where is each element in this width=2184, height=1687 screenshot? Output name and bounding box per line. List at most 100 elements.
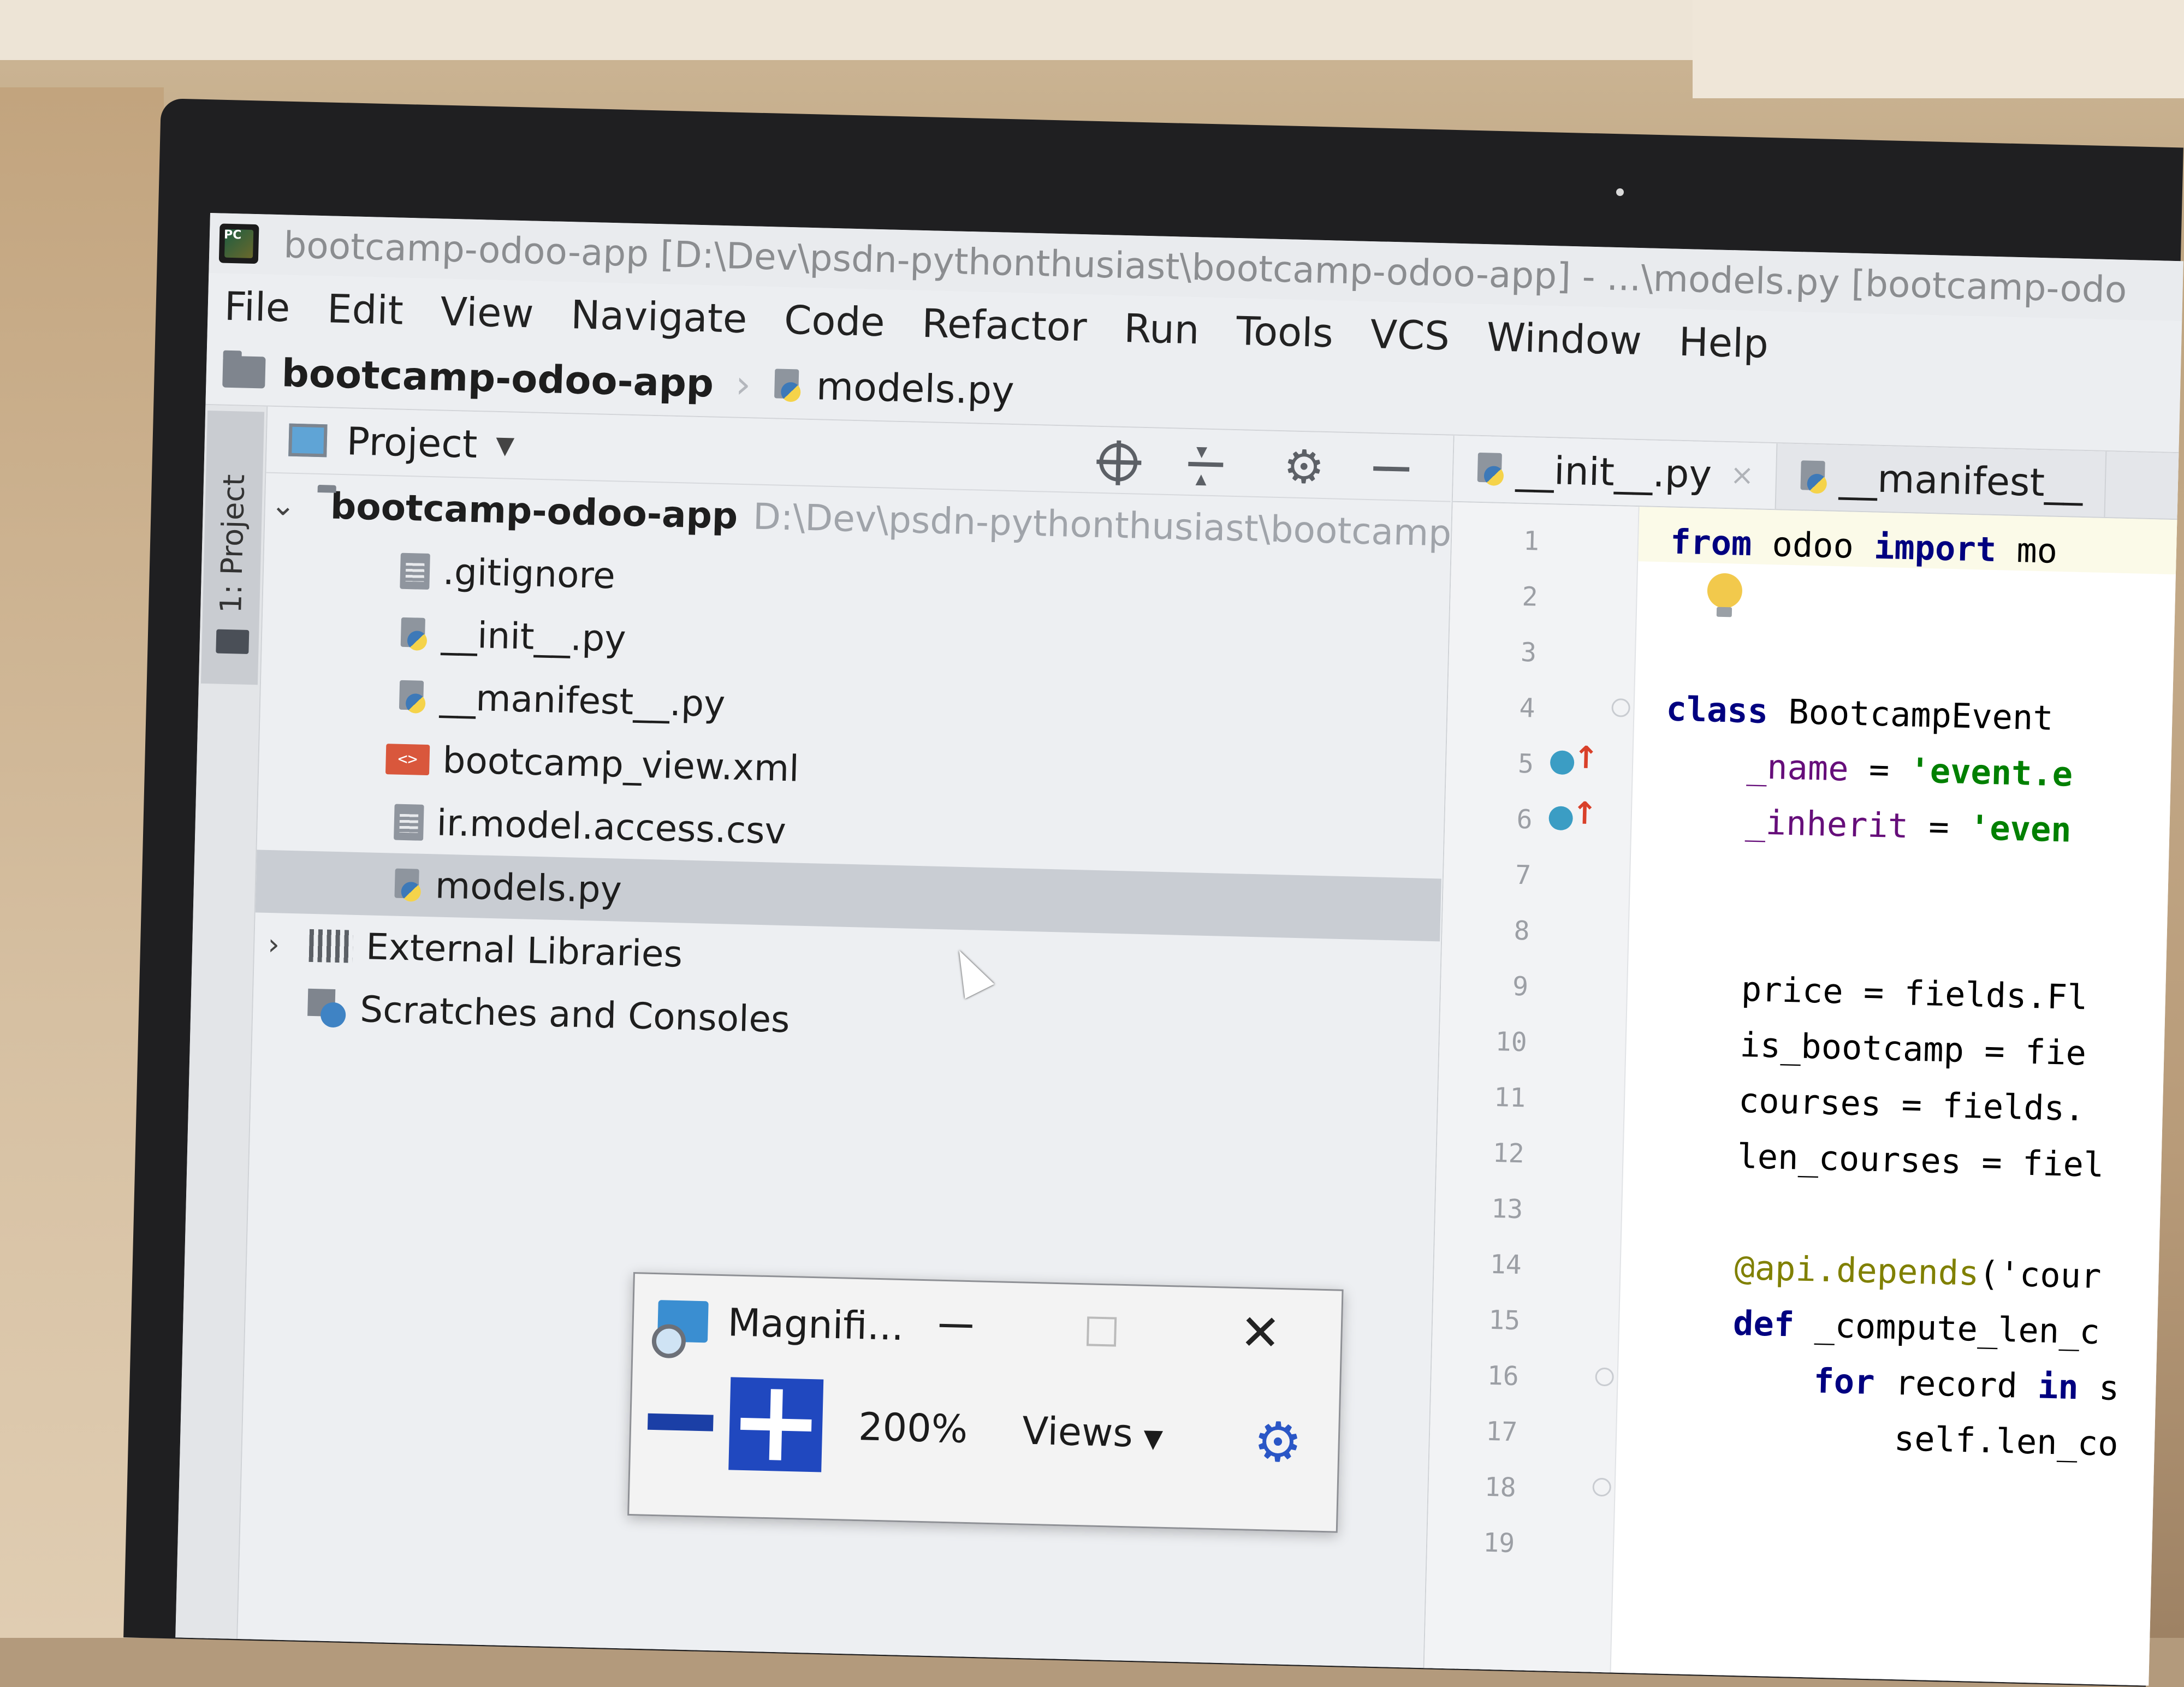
line-number: 18 — [1484, 1471, 1517, 1504]
code-token: _inherit — [1744, 802, 1909, 846]
app-logo-text: PC — [223, 228, 242, 242]
code-line-17: self.len_co — [1894, 1418, 2119, 1464]
line-number: 15 — [1488, 1304, 1521, 1336]
line-number: 16 — [1487, 1360, 1520, 1392]
line-number: 10 — [1495, 1026, 1528, 1058]
code-line-12: len_courses = fiel — [1736, 1136, 2105, 1185]
python-file-icon — [399, 617, 429, 650]
menu-navigate[interactable]: Navigate — [570, 292, 747, 342]
breadcrumb-file[interactable]: models.py — [816, 364, 1014, 413]
code-token: 'event.e — [1909, 750, 2074, 794]
line-number: 6 — [1516, 804, 1533, 835]
code-token: = — [1908, 806, 1970, 848]
fold-marker-icon[interactable] — [1611, 698, 1631, 717]
code-line-15: def _compute_len_c — [1732, 1303, 2100, 1352]
line-number: 9 — [1512, 971, 1529, 1002]
menu-help[interactable]: Help — [1678, 319, 1769, 367]
python-file-icon — [1799, 460, 1829, 494]
gear-icon[interactable]: ⚙ — [1281, 439, 1326, 494]
minimize-icon[interactable] — [1369, 447, 1414, 491]
settings-gear-icon[interactable]: ⚙ — [1253, 1410, 1303, 1475]
code-line-5: _name = 'event.e — [1746, 746, 2073, 794]
tree-file-label: bootcamp_view.xml — [442, 739, 800, 790]
views-dropdown[interactable]: Views ▼ — [1022, 1409, 1164, 1457]
chevron-right-icon[interactable]: › — [260, 927, 288, 962]
code-line-10: is_bootcamp = fie — [1739, 1024, 2087, 1073]
code-line-1: from odoo import mo — [1670, 522, 2058, 571]
collapse-all-icon[interactable] — [1183, 442, 1228, 487]
magnifier-title: Magnifi... — [727, 1300, 905, 1350]
code-token: def — [1732, 1303, 1795, 1345]
webcam — [1616, 188, 1624, 196]
override-gutter-icon[interactable] — [1548, 806, 1574, 831]
breadcrumb-project[interactable]: bootcamp-odoo-app — [281, 351, 714, 406]
code-line-11: courses = fields. — [1738, 1080, 2086, 1129]
line-number: 19 — [1482, 1527, 1515, 1559]
tree-root-path: D:\Dev\psdn-pythonthusiast\bootcamp — [752, 495, 1452, 555]
line-number: 17 — [1485, 1416, 1518, 1448]
override-gutter-icon[interactable] — [1550, 750, 1575, 775]
fold-marker-icon[interactable] — [1592, 1477, 1612, 1497]
desk-background-right — [1693, 0, 2184, 98]
code-token: @api.depends — [1734, 1247, 1980, 1293]
tab-init-py[interactable]: __init__.py × — [1452, 435, 1778, 509]
views-label: Views — [1022, 1408, 1133, 1456]
menu-refactor[interactable]: Refactor — [921, 300, 1087, 350]
close-icon[interactable]: × — [1730, 459, 1754, 492]
tree-root-name: bootcamp-odoo-app — [330, 485, 739, 537]
menu-run[interactable]: Run — [1123, 305, 1200, 353]
tree-file-label: __manifest__.py — [439, 676, 726, 726]
zoom-out-button[interactable] — [647, 1413, 714, 1431]
breadcrumb-separator: › — [735, 361, 752, 407]
tree-external-libraries-label: External Libraries — [365, 925, 683, 976]
code-token: for — [1813, 1361, 1876, 1403]
project-tool-button[interactable]: 1: Project — [200, 410, 265, 685]
menu-code[interactable]: Code — [784, 297, 885, 345]
close-button[interactable]: ✕ — [1239, 1304, 1281, 1362]
code-line-16: for record in s — [1813, 1361, 2120, 1408]
menu-tools[interactable]: Tools — [1236, 308, 1333, 356]
tree-file-label: models.py — [435, 864, 622, 911]
maximize-button[interactable] — [1086, 1316, 1117, 1347]
code-token: 'even — [1969, 807, 2072, 850]
code-token: import — [1873, 526, 1997, 570]
editor-gutter: 1 2 3 4 5 6 7 8 9 10 11 12 13 14 15 16 1… — [1424, 502, 1640, 1675]
tab-manifest-py[interactable]: __manifest__ — [1776, 443, 2107, 517]
chevron-down-icon[interactable]: ▼ — [496, 431, 515, 459]
menu-window[interactable]: Window — [1486, 314, 1642, 364]
project-folder-icon — [216, 629, 250, 654]
code-token: _compute_len_c — [1794, 1304, 2100, 1352]
library-icon — [308, 929, 353, 963]
xml-file-icon: <> — [385, 743, 430, 775]
menu-vcs[interactable]: VCS — [1370, 311, 1450, 359]
menu-view[interactable]: View — [440, 288, 535, 336]
zoom-in-button[interactable] — [728, 1377, 824, 1472]
code-token: class — [1665, 688, 1769, 731]
project-view-selector[interactable]: Project — [346, 419, 478, 467]
menu-edit[interactable]: Edit — [327, 286, 403, 333]
magnifier-icon — [657, 1300, 709, 1343]
code-token: = — [1848, 749, 1910, 791]
line-number: 14 — [1489, 1249, 1522, 1281]
line-number: 5 — [1517, 748, 1534, 780]
line-number: 11 — [1493, 1082, 1526, 1114]
scratches-icon — [307, 988, 348, 1029]
tab-label: __manifest__ — [1838, 455, 2084, 506]
magnifier-title-bar[interactable]: Magnifi... — [633, 1274, 1342, 1384]
code-token: from — [1670, 521, 1753, 564]
code-token: BootcampEvent — [1767, 691, 2054, 738]
chevron-down-icon[interactable]: ⌄ — [270, 488, 296, 522]
text-file-icon — [400, 553, 430, 590]
code-content[interactable]: from odoo import mo class BootcampEvent … — [1642, 508, 2178, 1686]
line-number: 1 — [1523, 525, 1540, 557]
code-token: mo — [1996, 530, 2058, 571]
tree-file-label: __init__.py — [441, 613, 627, 660]
tree-file-label: .gitignore — [442, 550, 616, 597]
line-number: 3 — [1520, 637, 1537, 668]
code-token: in — [2037, 1366, 2079, 1407]
fold-marker-icon[interactable] — [1595, 1367, 1615, 1387]
pycharm-logo-icon: PC — [218, 223, 259, 264]
text-file-icon — [394, 804, 424, 841]
crosshair-icon[interactable] — [1096, 440, 1141, 485]
menu-file[interactable]: File — [224, 283, 291, 331]
